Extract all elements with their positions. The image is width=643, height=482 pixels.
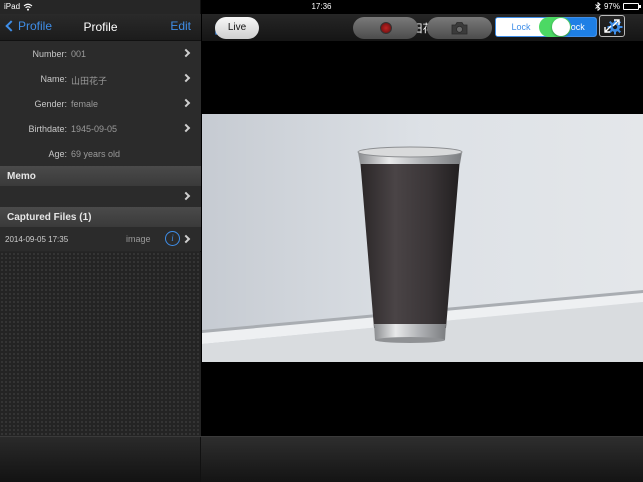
chevron-right-icon xyxy=(181,234,191,244)
status-right: 97% xyxy=(595,2,641,11)
battery-percent: 97% xyxy=(603,2,620,11)
sidebar-empty-area xyxy=(0,252,201,436)
file-date: 2014-09-05 17:35 xyxy=(5,235,69,244)
sidebar-toolbar xyxy=(0,437,201,482)
edit-button[interactable]: Edit xyxy=(170,19,191,33)
memo-section-header: Memo xyxy=(0,166,201,186)
toggle-switch[interactable] xyxy=(539,17,571,37)
captured-files-section-header: Captured Files (1) xyxy=(0,207,201,227)
profile-sidebar: Profile Profile Edit Number: 001 Name: 山… xyxy=(0,0,201,482)
chevron-right-icon xyxy=(181,123,191,133)
field-label: Age: xyxy=(48,149,67,159)
record-icon xyxy=(380,22,392,34)
toggle-knob xyxy=(552,18,570,36)
main-view: 山田花子 Lock Unlock xyxy=(202,0,643,482)
chevron-right-icon xyxy=(181,73,191,83)
memo-row[interactable] xyxy=(0,186,201,207)
field-value: 001 xyxy=(71,49,87,59)
field-label: Birthdate: xyxy=(28,124,67,134)
camera-icon xyxy=(451,22,468,35)
bluetooth-icon xyxy=(595,2,601,11)
camera-preview[interactable] xyxy=(202,114,643,362)
field-row-name[interactable]: Name: 山田花子 xyxy=(0,66,201,91)
field-value: 1945-09-05 xyxy=(71,124,118,134)
bottom-toolbar xyxy=(0,436,643,482)
record-button[interactable] xyxy=(353,17,418,39)
chevron-right-icon xyxy=(181,48,191,58)
tumbler-photo xyxy=(202,114,643,362)
field-row-gender[interactable]: Gender: female xyxy=(0,91,201,116)
chevron-right-icon xyxy=(181,98,191,108)
fullscreen-icon xyxy=(604,19,620,33)
file-type: image xyxy=(126,234,151,244)
field-row-birthdate[interactable]: Birthdate: 1945-09-05 xyxy=(0,116,201,141)
field-label: Number: xyxy=(32,49,67,59)
fullscreen-button[interactable] xyxy=(599,15,625,37)
field-label: Gender: xyxy=(34,99,67,109)
field-label: Name: xyxy=(40,74,67,84)
field-value: female xyxy=(71,99,99,109)
field-value: 69 years old xyxy=(71,149,121,159)
field-row-age: Age: 69 years old xyxy=(0,141,201,166)
field-row-number[interactable]: Number: 001 xyxy=(0,41,201,66)
status-time: 17:36 xyxy=(311,2,332,11)
info-icon[interactable]: i xyxy=(165,231,180,246)
battery-icon xyxy=(623,3,641,10)
main-nav-bar: 山田花子 Lock Unlock xyxy=(202,14,643,41)
captured-file-row[interactable]: 2014-09-05 17:35 image i xyxy=(0,227,201,251)
capture-photo-button[interactable] xyxy=(427,17,492,39)
status-bar: iPad 17:36 97% xyxy=(0,0,643,14)
chevron-right-icon xyxy=(181,191,191,201)
app-screen: Profile Profile Edit Number: 001 Name: 山… xyxy=(0,0,643,482)
field-value: 山田花子 xyxy=(71,76,108,86)
sidebar-nav-bar: Profile Profile Edit xyxy=(0,14,201,41)
live-button[interactable]: Live xyxy=(215,17,259,39)
